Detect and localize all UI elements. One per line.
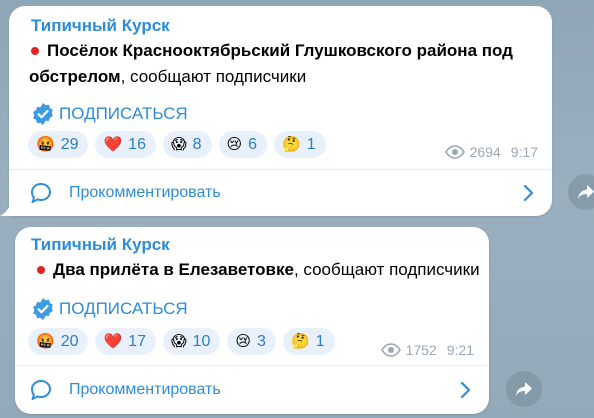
reaction-chip[interactable]: 🤬 20 bbox=[28, 328, 89, 355]
screaming-face-icon: 😱 bbox=[170, 136, 187, 153]
reaction-chip[interactable]: 🤬 29 bbox=[28, 131, 89, 158]
reaction-count: 17 bbox=[128, 332, 146, 350]
channel-name[interactable]: Типичный Курск bbox=[31, 16, 170, 36]
thinking-face-icon: 🤔 bbox=[282, 136, 301, 153]
reaction-count: 16 bbox=[128, 135, 146, 153]
share-arrow-icon bbox=[578, 185, 594, 199]
view-count: 2694 bbox=[469, 144, 501, 160]
reaction-count: 1 bbox=[306, 135, 316, 153]
reaction-count: 20 bbox=[60, 332, 79, 350]
heart-icon: ❤️ bbox=[103, 333, 123, 350]
comment-icon bbox=[31, 379, 51, 400]
chevron-right-icon bbox=[523, 184, 534, 202]
message-text-rest: , сообщают подписчики bbox=[120, 67, 307, 86]
message-time: 9:17 bbox=[510, 144, 538, 160]
angry-face-icon: 🤬 bbox=[36, 136, 55, 153]
reaction-count: 8 bbox=[192, 135, 202, 153]
share-arrow-icon bbox=[516, 382, 532, 396]
share-button[interactable] bbox=[568, 174, 594, 210]
message-text-bold: Два прилёта в Елезаветовке bbox=[53, 260, 294, 279]
message-text: Два прилёта в Елезаветовке, сообщают под… bbox=[35, 257, 485, 283]
message-bubble: Типичный Курск Посёлок Красноoктябрьский… bbox=[9, 6, 552, 216]
reaction-count: 3 bbox=[257, 332, 266, 350]
reaction-count: 6 bbox=[248, 135, 258, 153]
message-text-rest: , сообщают подписчики bbox=[293, 260, 480, 279]
thinking-face-icon: 🤔 bbox=[290, 333, 310, 350]
reaction-chip[interactable]: 😱 10 bbox=[162, 328, 221, 355]
message-meta: 1752 9:21 bbox=[380, 342, 474, 358]
reaction-chip[interactable]: ❤️ 17 bbox=[95, 328, 156, 355]
message-text: Посёлок Красноoктябрьский Глушковского р… bbox=[29, 38, 529, 90]
reaction-count: 10 bbox=[192, 332, 211, 350]
reaction-chip[interactable]: 😢 6 bbox=[218, 131, 268, 158]
bubble-tail bbox=[0, 198, 14, 216]
reaction-count: 29 bbox=[60, 135, 79, 153]
eye-icon bbox=[444, 145, 465, 159]
red-dot-icon bbox=[31, 46, 39, 55]
angry-face-icon: 🤬 bbox=[36, 333, 55, 350]
subscribe-link[interactable]: ПОДПИСАТЬСЯ bbox=[31, 297, 188, 321]
crying-face-icon: 😢 bbox=[235, 333, 252, 350]
subscribe-label: ПОДПИСАТЬСЯ bbox=[59, 104, 188, 123]
reaction-chip[interactable]: 😢 3 bbox=[227, 328, 276, 355]
reactions-bar: 🤬 20 ❤️ 17 😱 10 😢 3 🤔 1 bbox=[28, 328, 342, 355]
chevron-right-icon bbox=[460, 381, 471, 398]
screaming-face-icon: 😱 bbox=[170, 333, 187, 350]
message-bubble: Типичный Курск Два прилёта в Елезаветовк… bbox=[15, 227, 489, 414]
view-count: 1752 bbox=[405, 342, 437, 358]
comment-button[interactable]: Прокомментировать bbox=[9, 170, 552, 216]
reaction-count: 1 bbox=[315, 332, 325, 350]
reaction-chip[interactable]: ❤️ 16 bbox=[95, 131, 156, 158]
verified-badge-icon bbox=[33, 103, 53, 125]
reaction-chip[interactable]: 🤔 1 bbox=[282, 328, 335, 355]
crying-face-icon: 😢 bbox=[226, 136, 243, 153]
reaction-chip[interactable]: 😱 8 bbox=[162, 131, 212, 158]
subscribe-label: ПОДПИСАТЬСЯ bbox=[59, 299, 188, 318]
share-button[interactable] bbox=[506, 371, 542, 407]
verified-badge-icon bbox=[33, 298, 53, 320]
subscribe-link[interactable]: ПОДПИСАТЬСЯ bbox=[31, 102, 188, 126]
comment-button[interactable]: Прокомментировать bbox=[15, 366, 489, 413]
message-time: 9:21 bbox=[446, 342, 474, 358]
channel-name[interactable]: Типичный Курск bbox=[31, 235, 170, 255]
comment-icon bbox=[31, 183, 51, 203]
reaction-chip[interactable]: 🤔 1 bbox=[274, 131, 326, 158]
red-dot-icon bbox=[37, 265, 45, 274]
eye-icon bbox=[380, 343, 401, 357]
heart-icon: ❤️ bbox=[103, 136, 123, 153]
message-meta: 2694 9:17 bbox=[444, 144, 538, 160]
comment-label: Прокомментировать bbox=[69, 380, 221, 398]
reactions-bar: 🤬 29 ❤️ 16 😱 8 😢 6 🤔 1 bbox=[28, 131, 333, 158]
comment-label: Прокомментировать bbox=[69, 184, 221, 201]
